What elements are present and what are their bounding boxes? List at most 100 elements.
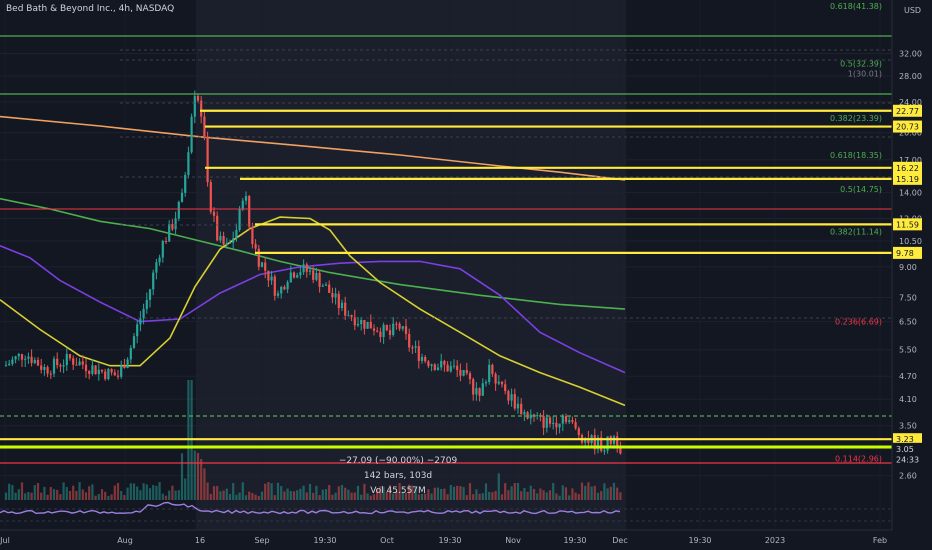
candle-body	[126, 359, 129, 369]
volume-bar	[164, 495, 168, 500]
volume-bar	[542, 490, 545, 500]
volume-bar	[152, 485, 155, 500]
volume-bar	[276, 482, 280, 500]
fib-label: 0.382(23.39)	[830, 114, 882, 123]
volume-bar	[139, 490, 142, 500]
candle-body	[318, 273, 321, 287]
y-tick-label: 14.00	[899, 189, 922, 198]
volume-bar	[504, 483, 507, 500]
x-tick-label: 19:30	[688, 536, 711, 545]
volume-bar	[500, 494, 504, 500]
volume-bar	[177, 490, 180, 500]
candle-body	[398, 323, 401, 329]
candle-body	[481, 383, 484, 396]
volume-bar	[296, 490, 299, 500]
candle-body	[555, 422, 558, 428]
candle-body	[328, 284, 331, 293]
candle-body	[459, 370, 462, 376]
candle-body	[433, 364, 436, 371]
volume-bar	[161, 493, 164, 500]
candle-body	[404, 326, 408, 334]
volume-bar	[232, 483, 235, 500]
candle-body	[33, 359, 36, 364]
candle-body	[558, 423, 561, 428]
candle-body	[542, 415, 545, 428]
candle-body	[552, 422, 555, 424]
y-tick-label: 3.50	[899, 422, 917, 431]
candle-body	[347, 315, 350, 317]
volume-bar	[126, 487, 129, 500]
y-tick-label: 4.10	[899, 395, 917, 404]
volume-bar	[84, 492, 88, 500]
candle-body	[548, 417, 552, 424]
candle-body	[468, 373, 472, 380]
candle-body	[465, 370, 468, 374]
candle-body	[324, 284, 328, 286]
candle-body	[401, 326, 404, 329]
candle-body	[299, 272, 302, 276]
candle-body	[72, 358, 75, 365]
volume-bar	[571, 488, 574, 500]
candle-body	[219, 236, 222, 241]
candle-body	[94, 365, 97, 375]
price-label-text: 9.78	[896, 249, 914, 258]
candle-body	[350, 315, 353, 318]
volume-bar	[200, 458, 203, 500]
candle-body	[107, 368, 110, 380]
volume-bar	[286, 488, 289, 500]
volume-bar	[520, 491, 523, 500]
measure-tooltip: −27.09 (−90.00%) −2709 142 bars, 103d Vo…	[318, 456, 478, 496]
x-tick-label: Nov	[505, 536, 521, 545]
price-label-text: 15.19	[896, 175, 919, 184]
candle-body	[478, 388, 481, 396]
symbol-title[interactable]: Bed Bath & Beyond Inc., 4h, NASDAQ	[6, 4, 174, 14]
candle-body	[340, 302, 344, 309]
candle-body	[100, 369, 104, 372]
candle-body	[280, 286, 283, 294]
volume-bar	[129, 483, 132, 500]
x-tick-label: Jul	[0, 536, 10, 545]
candle-body	[443, 360, 446, 365]
volume-bar	[548, 490, 552, 500]
candle-body	[379, 331, 382, 338]
volume-bar	[523, 488, 526, 500]
candle-body	[574, 422, 577, 429]
candle-body	[603, 450, 606, 452]
x-tick-label: Oct	[380, 536, 394, 545]
volume-bar	[308, 483, 312, 500]
candle-body	[75, 364, 78, 366]
volume-bar	[251, 492, 254, 500]
measure-bars: 142 bars, 103d	[363, 471, 433, 481]
time-axis[interactable]	[0, 530, 932, 550]
volume-bar	[369, 495, 372, 500]
candle-body	[14, 356, 17, 360]
candle-body	[17, 354, 20, 357]
candle-body	[267, 270, 270, 281]
candle-body	[516, 403, 520, 409]
candle-body	[244, 196, 248, 201]
volume-bar	[616, 487, 619, 500]
volume-bar	[584, 485, 587, 500]
candle-body	[8, 363, 11, 366]
volume-bar	[40, 492, 43, 500]
x-tick-label: 2023	[765, 536, 785, 545]
candle-body	[260, 262, 264, 267]
volume-bar	[580, 482, 584, 500]
x-tick-label: Sep	[254, 536, 269, 545]
volume-bar	[235, 494, 238, 500]
volume-bar	[497, 473, 500, 500]
candle-body	[411, 347, 414, 349]
volume-bar	[158, 482, 161, 500]
candle-body	[145, 299, 148, 309]
volume-bar	[606, 488, 609, 500]
candle-body	[180, 192, 184, 202]
volume-bar	[132, 483, 136, 500]
x-tick-label: 19:30	[313, 536, 336, 545]
candle-body	[254, 244, 257, 249]
candle-body	[62, 365, 65, 367]
candle-body	[251, 226, 254, 245]
volume-bar	[65, 487, 68, 500]
y-tick-label: 6.50	[899, 318, 917, 327]
volume-bar	[299, 488, 302, 500]
candle-body	[11, 359, 14, 364]
